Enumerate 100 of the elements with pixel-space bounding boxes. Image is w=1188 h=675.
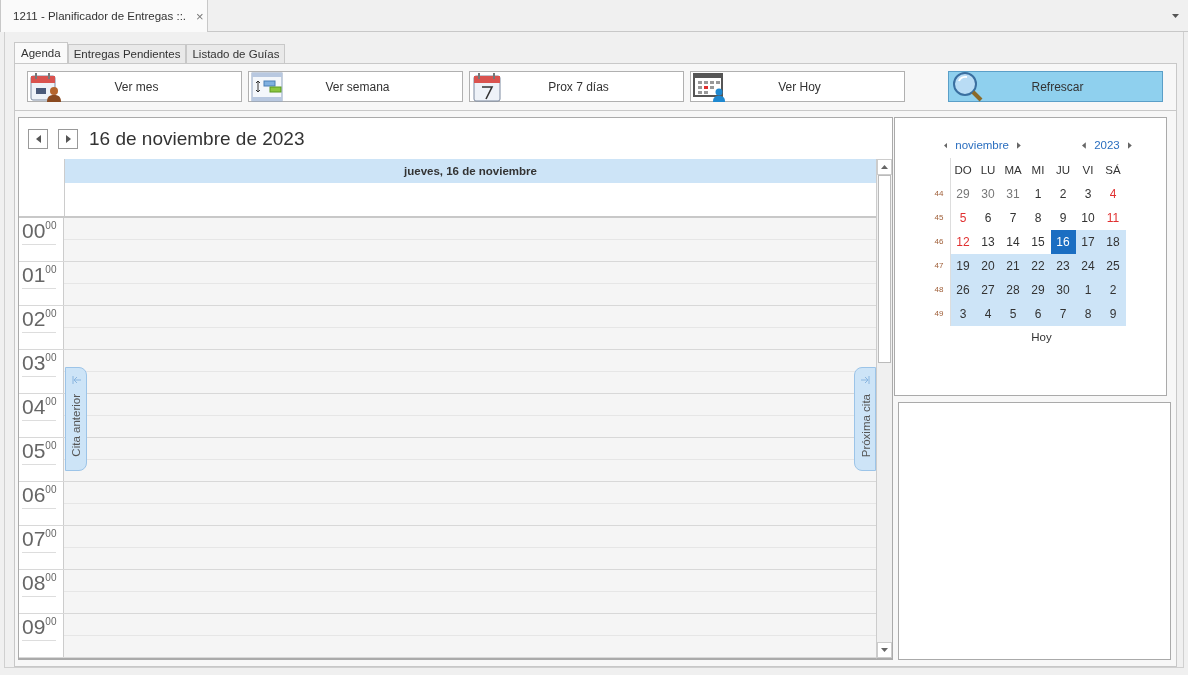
- weekday-label: MA: [1003, 163, 1023, 178]
- tab[interactable]: Entregas Pendientes: [67, 44, 187, 63]
- weekday-label: DO: [953, 163, 973, 178]
- calendar-day[interactable]: 30: [975, 182, 1001, 206]
- hour-label: 05$^{00}$: [22, 438, 57, 465]
- next-month-icon[interactable]: [1017, 141, 1021, 149]
- week-number: 47: [931, 254, 951, 278]
- hour-label: 00$^{00}$: [22, 218, 57, 245]
- calendar-person-icon: [693, 71, 725, 102]
- hour-label: 02$^{00}$: [22, 306, 57, 333]
- calendar-day[interactable]: 31: [1000, 182, 1026, 206]
- week-view-icon: [251, 71, 283, 102]
- calendar-icon: [472, 71, 504, 102]
- calendar-day[interactable]: 10: [1075, 206, 1101, 230]
- calendar-day[interactable]: 2: [1050, 182, 1076, 206]
- calendar-day[interactable]: 29: [950, 182, 976, 206]
- weekday-label: LU: [979, 163, 997, 178]
- calendar-day[interactable]: 16: [1050, 230, 1076, 254]
- calendar-day[interactable]: 9: [1050, 206, 1076, 230]
- week-number: 45: [931, 206, 951, 230]
- calendar-day[interactable]: 1: [1075, 278, 1101, 302]
- toolbar-button[interactable]: Refrescar: [948, 71, 1163, 102]
- calendar-day[interactable]: 5: [1000, 302, 1026, 326]
- calendar-day[interactable]: 28: [1000, 278, 1026, 302]
- weekday-label: MI: [1030, 163, 1046, 178]
- previous-button[interactable]: [28, 128, 48, 149]
- calendar-day[interactable]: 25: [1100, 254, 1126, 278]
- calendar-day[interactable]: 2: [1100, 278, 1126, 302]
- arrow-to-right-icon: [861, 376, 870, 384]
- previous-appointment-button[interactable]: Cita anterior: [65, 367, 87, 471]
- next-button[interactable]: [58, 128, 78, 149]
- hour-label: 01$^{00}$: [22, 262, 57, 289]
- hour-label: 06$^{00}$: [22, 482, 57, 509]
- calendar-day[interactable]: 29: [1025, 278, 1051, 302]
- calendar-day[interactable]: 30: [1050, 278, 1076, 302]
- week-number: 48: [931, 278, 951, 302]
- calendar-day[interactable]: 9: [1100, 302, 1126, 326]
- calendar-day[interactable]: 3: [1075, 182, 1101, 206]
- hour-label: 09$^{00}$: [22, 614, 57, 641]
- hour-label: 03$^{00}$: [22, 350, 57, 377]
- today-button[interactable]: Hoy: [1031, 331, 1052, 343]
- calendar-day[interactable]: 19: [950, 254, 976, 278]
- next-year-icon[interactable]: [1127, 141, 1132, 149]
- hour-label: 04$^{00}$: [22, 394, 57, 421]
- previous-year-icon[interactable]: [1082, 141, 1087, 149]
- hour-label: 07$^{00}$: [22, 526, 57, 553]
- scrollbar[interactable]: [876, 159, 892, 659]
- tab[interactable]: Agenda: [14, 42, 68, 63]
- calendar-day[interactable]: 8: [1025, 206, 1051, 230]
- caret-up-icon[interactable]: [881, 165, 888, 169]
- week-number: 44: [931, 182, 951, 206]
- weekday-label: SÁ: [1104, 163, 1122, 178]
- calendar-day[interactable]: 5: [950, 206, 976, 230]
- calendar-day[interactable]: 13: [975, 230, 1001, 254]
- calendar-day[interactable]: 18: [1100, 230, 1126, 254]
- weekday-label: JU: [1054, 163, 1072, 178]
- magnifier-icon: [951, 71, 985, 102]
- day-header: jueves, 16 de noviembre: [65, 159, 876, 183]
- hour-label: 08$^{00}$: [22, 570, 57, 597]
- calendar-day[interactable]: 14: [1000, 230, 1026, 254]
- previous-month-icon[interactable]: [943, 141, 948, 149]
- next-appointment-button[interactable]: Próxima cita: [854, 367, 876, 471]
- toolbar-button[interactable]: Ver mes: [27, 71, 242, 102]
- arrow-to-left-icon: [71, 376, 81, 384]
- calendar-day[interactable]: 6: [975, 206, 1001, 230]
- caret-left-icon: [35, 134, 41, 143]
- calendar-day[interactable]: 7: [1050, 302, 1076, 326]
- tab[interactable]: Listado de Guías: [186, 44, 286, 63]
- toolbar-button[interactable]: Ver Hoy: [690, 71, 905, 102]
- week-number: 46: [931, 230, 951, 254]
- close-icon[interactable]: ×: [196, 8, 204, 24]
- calendar-day[interactable]: 26: [950, 278, 976, 302]
- document-tab[interactable]: 1211 - Planificador de Entregas ::. ×: [0, 0, 208, 32]
- calendar-day[interactable]: 23: [1050, 254, 1076, 278]
- calendar-day[interactable]: 4: [1100, 182, 1126, 206]
- toolbar-button[interactable]: Ver semana: [248, 71, 463, 102]
- toolbar-button[interactable]: Prox 7 días: [469, 71, 684, 102]
- calendar-day[interactable]: 21: [1000, 254, 1026, 278]
- calendar-day[interactable]: 8: [1075, 302, 1101, 326]
- calendar-day[interactable]: 17: [1075, 230, 1101, 254]
- calendar-day[interactable]: 27: [975, 278, 1001, 302]
- weekday-label: VI: [1081, 163, 1095, 178]
- year-label[interactable]: 2023: [1094, 139, 1120, 151]
- calendar-day[interactable]: 3: [950, 302, 976, 326]
- caret-down-icon[interactable]: [881, 648, 888, 652]
- calendar-day[interactable]: 24: [1075, 254, 1101, 278]
- calendar-day[interactable]: 6: [1025, 302, 1051, 326]
- calendar-day[interactable]: 11: [1100, 206, 1126, 230]
- calendar-day[interactable]: 20: [975, 254, 1001, 278]
- calendar-day[interactable]: 7: [1000, 206, 1026, 230]
- caret-icon[interactable]: [1172, 13, 1179, 18]
- month-label[interactable]: noviembre: [955, 139, 1009, 151]
- calendar-day[interactable]: 15: [1025, 230, 1051, 254]
- calendar-day[interactable]: 1: [1025, 182, 1051, 206]
- calendar-day[interactable]: 12: [950, 230, 976, 254]
- calendar-day[interactable]: 22: [1025, 254, 1051, 278]
- date-title: 16 de noviembre de 2023: [89, 127, 305, 150]
- week-number: 49: [931, 302, 951, 326]
- calendar-person-icon: [30, 71, 62, 102]
- calendar-day[interactable]: 4: [975, 302, 1001, 326]
